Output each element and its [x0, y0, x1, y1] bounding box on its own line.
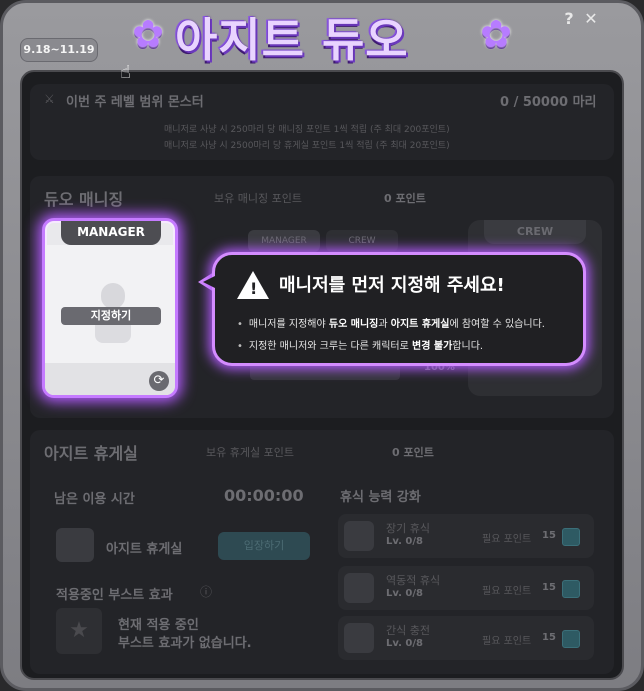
upgrade-row-1: 장기 휴식 Lv. 0/8 필요 포인트 15: [338, 514, 594, 558]
star-icon-right: ✿: [480, 12, 512, 56]
upgrade-name-1: 장기 휴식: [386, 522, 430, 535]
lounge-room-label: 아지트 휴게실: [106, 542, 183, 557]
dynamic-rest-icon: [344, 573, 374, 603]
lounge-points-label: 보유 휴게실 포인트: [206, 446, 294, 459]
warning-mark: !: [250, 279, 258, 298]
close-button[interactable]: ✕: [582, 10, 600, 28]
upgrade-row-3: 간식 충전 Lv. 0/8 필요 포인트 15: [338, 616, 594, 660]
monster-section: ⚔ 이번 주 레벨 범위 몬스터 0 / 50000 마리 매니저로 사냥 시 …: [30, 84, 614, 160]
boost-empty-line-2: 부스트 효과가 없습니다.: [118, 636, 252, 651]
remaining-time-value: 00:00:00: [224, 486, 304, 505]
duo-managing-title: 듀오 매니징: [44, 190, 124, 209]
date-range-badge: 9.18~11.19: [20, 38, 98, 62]
managing-points-value: 0 포인트: [384, 192, 426, 205]
page-title: 아지트 듀오: [175, 13, 409, 67]
rest-upgrade-title: 휴식 능력 강화: [340, 490, 421, 505]
tab-crew[interactable]: CREW: [326, 230, 398, 252]
enter-lounge-button[interactable]: 입장하기: [218, 532, 310, 560]
monster-progress: 0 / 50000 마리: [500, 95, 597, 110]
upgrade-cost-label-2: 필요 포인트: [482, 586, 532, 597]
swap-icon[interactable]: ⟳: [149, 371, 169, 391]
managing-points-label: 보유 매니징 포인트: [214, 192, 302, 205]
upgrade-cost-1: 15: [542, 530, 556, 541]
assign-manager-button[interactable]: 지정하기: [61, 307, 161, 325]
upgrade-button-3[interactable]: [562, 630, 580, 648]
tooltip-popup: ! 매니저를 먼저 지정해 주세요! • 매니저를 지정해야 듀오 매니징과 아지…: [212, 252, 586, 366]
upgrade-button-2[interactable]: [562, 580, 580, 598]
info-icon[interactable]: ⓘ: [200, 583, 212, 600]
star-icon-left: ✿: [132, 12, 164, 56]
hand-cursor-icon: ☝: [120, 62, 131, 83]
monster-note-2: 매니저로 사냥 시 2500마리 당 휴게실 포인트 1씩 적립 (주 최대 2…: [164, 141, 450, 151]
tooltip-tail-inner: [203, 276, 215, 288]
tooltip-line-1: • 매니저를 지정해야 듀오 매니징과 아지트 휴게실에 참여할 수 있습니다.: [237, 319, 545, 330]
upgrade-cost-label-1: 필요 포인트: [482, 534, 532, 545]
monster-icon: ⚔: [44, 92, 55, 106]
tooltip-line-2: • 지정한 매니저와 크루는 다른 캐릭터로 변경 불가합니다.: [237, 341, 484, 352]
monster-section-title: 이번 주 레벨 범위 몬스터: [66, 95, 204, 110]
tooltip-title: 매니저를 먼저 지정해 주세요!: [279, 275, 505, 296]
manager-card-header: MANAGER: [61, 221, 161, 245]
upgrade-name-3: 간식 충전: [386, 624, 430, 637]
upgrade-level-3: Lv. 0/8: [386, 638, 423, 649]
upgrade-cost-label-3: 필요 포인트: [482, 636, 532, 647]
boost-title: 적용중인 부스트 효과: [56, 588, 173, 603]
lounge-room-icon: [56, 528, 94, 562]
lounge-title: 아지트 휴게실: [44, 444, 138, 463]
crew-card-header: CREW: [484, 220, 586, 244]
tab-manager[interactable]: MANAGER: [248, 230, 320, 252]
upgrade-row-2: 역동적 휴식 Lv. 0/8 필요 포인트 15: [338, 566, 594, 610]
long-rest-icon: [344, 521, 374, 551]
upgrade-level-2: Lv. 0/8: [386, 588, 423, 599]
upgrade-cost-2: 15: [542, 582, 556, 593]
help-button[interactable]: ?: [560, 10, 578, 28]
manager-card[interactable]: MANAGER 지정하기 ⟳: [42, 218, 178, 398]
upgrade-level-1: Lv. 0/8: [386, 536, 423, 547]
boost-empty-line-1: 현재 적용 중인: [118, 618, 199, 633]
boost-star-icon: ★: [56, 608, 102, 654]
remaining-time-label: 남은 이용 시간: [54, 492, 135, 507]
upgrade-button-1[interactable]: [562, 528, 580, 546]
upgrade-cost-3: 15: [542, 632, 556, 643]
upgrade-name-2: 역동적 휴식: [386, 574, 441, 587]
lounge-points-value: 0 포인트: [392, 446, 434, 459]
monster-note-1: 매니저로 사냥 시 250마리 당 매니징 포인트 1씩 적립 (주 최대 20…: [164, 125, 450, 135]
snack-icon: [344, 623, 374, 653]
